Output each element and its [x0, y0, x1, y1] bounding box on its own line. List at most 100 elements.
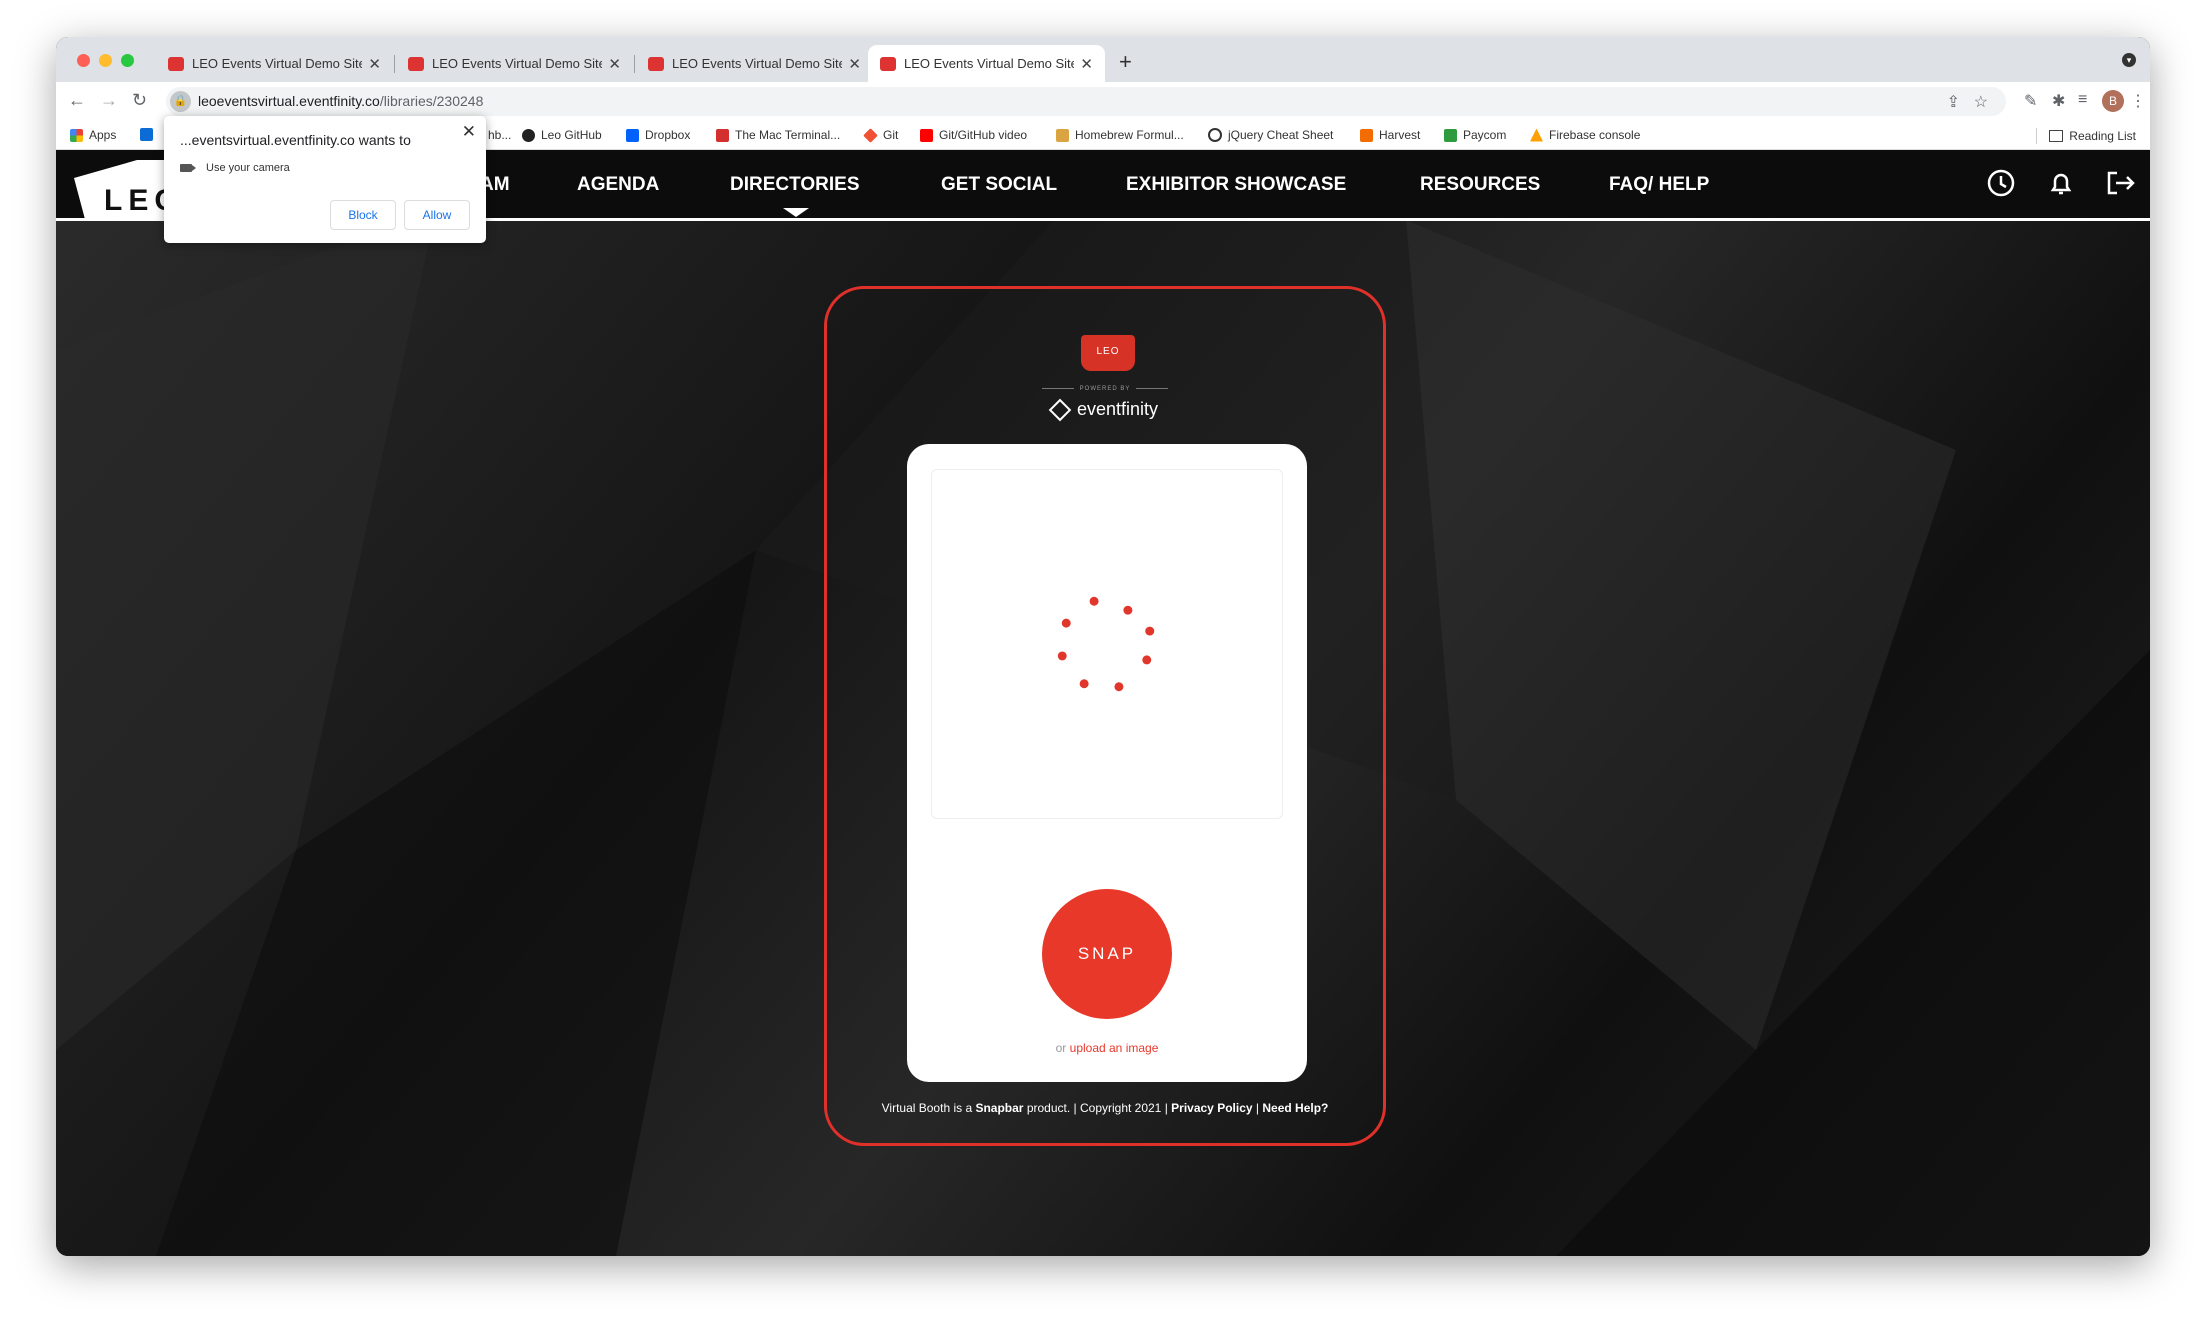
bookmark-item[interactable]: [140, 128, 159, 141]
bookmark-item[interactable]: Firebase console: [1530, 128, 1640, 142]
media-control-icon[interactable]: ≡: [2078, 91, 2087, 109]
forward-arrow-icon[interactable]: →: [100, 90, 118, 111]
logout-icon[interactable]: [2104, 168, 2136, 205]
allow-button[interactable]: Allow: [404, 200, 470, 230]
back-arrow-icon[interactable]: ←: [68, 90, 86, 111]
bookmark-item[interactable]: Dropbox: [626, 128, 690, 142]
dropbox-icon: [626, 128, 639, 142]
reading-list-label: Reading List: [2069, 129, 2136, 143]
reading-list-button[interactable]: Reading List: [2036, 128, 2136, 144]
share-icon[interactable]: ⇪: [1947, 92, 1960, 112]
homebrew-icon: [1056, 128, 1069, 142]
minimize-window-button[interactable]: [99, 54, 112, 67]
bookmark-label: Leo GitHub: [541, 128, 602, 142]
bookmark-item[interactable]: Git: [863, 127, 898, 143]
camera-permission-dialog: ...eventsvirtual.eventfinity.co wants to…: [164, 116, 486, 243]
nav-item-exhibitor-showcase[interactable]: EXHIBITOR SHOWCASE: [1126, 174, 1346, 196]
maximize-window-button[interactable]: [121, 54, 134, 67]
close-tab-icon[interactable]: ✕: [848, 55, 861, 73]
browser-window: LEO Events Virtual Demo Site - ✕ LEO Eve…: [56, 37, 2150, 1256]
lock-icon[interactable]: 🔒: [170, 91, 191, 112]
new-tab-button[interactable]: +: [1119, 49, 1132, 75]
nav-item-get-social[interactable]: GET SOCIAL: [941, 174, 1057, 196]
github-icon: [522, 128, 535, 142]
close-window-button[interactable]: [77, 54, 90, 67]
tab-search-icon[interactable]: ▾: [2122, 53, 2136, 67]
harvest-icon: [1360, 128, 1373, 142]
tab-divider: [394, 55, 395, 73]
camera-icon: [180, 164, 196, 172]
apps-grid-icon: [70, 128, 83, 142]
block-button[interactable]: Block: [330, 200, 396, 230]
clock-icon[interactable]: [1986, 168, 2016, 205]
extensions-puzzle-icon[interactable]: ✱: [2052, 91, 2065, 111]
bookmark-item[interactable]: Harvest: [1360, 128, 1420, 142]
close-tab-icon[interactable]: ✕: [1080, 55, 1093, 73]
bookmark-label: The Mac Terminal...: [735, 128, 841, 142]
window-controls: [77, 54, 134, 67]
browser-tab[interactable]: LEO Events Virtual Demo Site - ✕: [396, 45, 633, 82]
terminal-icon: [716, 128, 729, 142]
bookmark-star-icon[interactable]: ☆: [1974, 92, 1988, 112]
upload-prefix: or: [1055, 1041, 1067, 1055]
bookmark-label: Firebase console: [1549, 128, 1641, 142]
tab-divider: [634, 55, 635, 73]
bookmark-label: Paycom: [1463, 128, 1507, 142]
browser-tab[interactable]: LEO Events Virtual Demo Site - ✕: [636, 45, 873, 82]
bookmark-item[interactable]: The Mac Terminal...: [716, 128, 840, 142]
leo-booth-logo: LEO: [1081, 335, 1135, 371]
bookmark-label: jQuery Cheat Sheet: [1228, 128, 1334, 142]
footer-separator: |: [1255, 1101, 1260, 1115]
permission-title: ...eventsvirtual.eventfinity.co wants to: [180, 132, 411, 148]
leo-favicon-icon: [168, 56, 184, 71]
snapbar-link[interactable]: Snapbar: [975, 1101, 1023, 1115]
upload-image-link[interactable]: upload an image: [1070, 1041, 1159, 1055]
virtual-booth-frame: LEO POWERED BY eventfinity SNAP or uploa…: [824, 286, 1386, 1146]
powered-by-label: POWERED BY: [827, 386, 1383, 392]
booth-logo-text: LEO: [1096, 346, 1120, 357]
upload-prompt: or upload an image: [907, 1041, 1307, 1055]
extension-pen-icon[interactable]: ✎: [2024, 91, 2037, 111]
reading-list-icon: [2049, 130, 2064, 142]
more-menu-icon[interactable]: ⋮: [2130, 91, 2146, 111]
browser-tab-active[interactable]: LEO Events Virtual Demo Site - ✕: [868, 45, 1105, 82]
bookmark-item[interactable]: jQuery Cheat Sheet: [1208, 128, 1333, 142]
eventfinity-logo-icon: [1048, 398, 1072, 422]
close-icon[interactable]: ✕: [462, 122, 476, 142]
need-help-link[interactable]: Need Help?: [1262, 1101, 1328, 1115]
tab-strip: LEO Events Virtual Demo Site - ✕ LEO Eve…: [56, 37, 2150, 82]
address-bar[interactable]: 🔒 leoeventsvirtual.eventfinity.co/librar…: [166, 87, 2006, 116]
youtube-icon: [920, 128, 933, 142]
tab-title: LEO Events Virtual Demo Site -: [672, 56, 843, 71]
nav-item-resources[interactable]: RESOURCES: [1420, 174, 1540, 196]
reload-icon[interactable]: ↻: [132, 90, 147, 111]
nav-item-faq-help[interactable]: FAQ/ HELP: [1609, 174, 1709, 196]
tab-title: LEO Events Virtual Demo Site -: [904, 56, 1075, 71]
jquery-icon: [1208, 128, 1222, 142]
leo-favicon-icon: [408, 56, 424, 71]
event-site: LEO AM AGENDA DIRECTORIES GET SOCIAL EXH…: [56, 150, 2150, 1256]
url-path: /libraries/230248: [379, 93, 484, 109]
bookmark-item-partial[interactable]: hb...: [488, 128, 511, 142]
close-tab-icon[interactable]: ✕: [608, 55, 621, 73]
bookmark-item[interactable]: Homebrew Formul...: [1056, 128, 1184, 142]
booth-footer: Virtual Booth is a Snapbar product. | Co…: [827, 1101, 1383, 1115]
bookmark-item[interactable]: Apps: [70, 128, 116, 142]
bookmark-item[interactable]: Paycom: [1444, 128, 1506, 142]
snap-button[interactable]: SNAP: [1042, 889, 1172, 1019]
privacy-policy-link[interactable]: Privacy Policy: [1171, 1101, 1252, 1115]
browser-tab[interactable]: LEO Events Virtual Demo Site - ✕: [156, 45, 393, 82]
bookmark-label: Harvest: [1379, 128, 1421, 142]
profile-avatar[interactable]: B: [2102, 90, 2124, 112]
nav-item-directories[interactable]: DIRECTORIES: [730, 174, 860, 196]
close-tab-icon[interactable]: ✕: [368, 55, 381, 73]
bookmark-item[interactable]: Git/GitHub video: [920, 128, 1027, 142]
bookmark-label: Git/GitHub video: [939, 128, 1028, 142]
notification-bell-icon[interactable]: [2046, 168, 2076, 205]
firebase-icon: [1530, 128, 1543, 142]
url-text: leoeventsvirtual.eventfinity.co/librarie…: [198, 93, 483, 109]
leo-favicon-icon: [648, 56, 664, 71]
paycom-icon: [1444, 128, 1457, 142]
bookmark-item[interactable]: Leo GitHub: [522, 128, 602, 142]
nav-item-agenda[interactable]: AGENDA: [577, 174, 659, 196]
